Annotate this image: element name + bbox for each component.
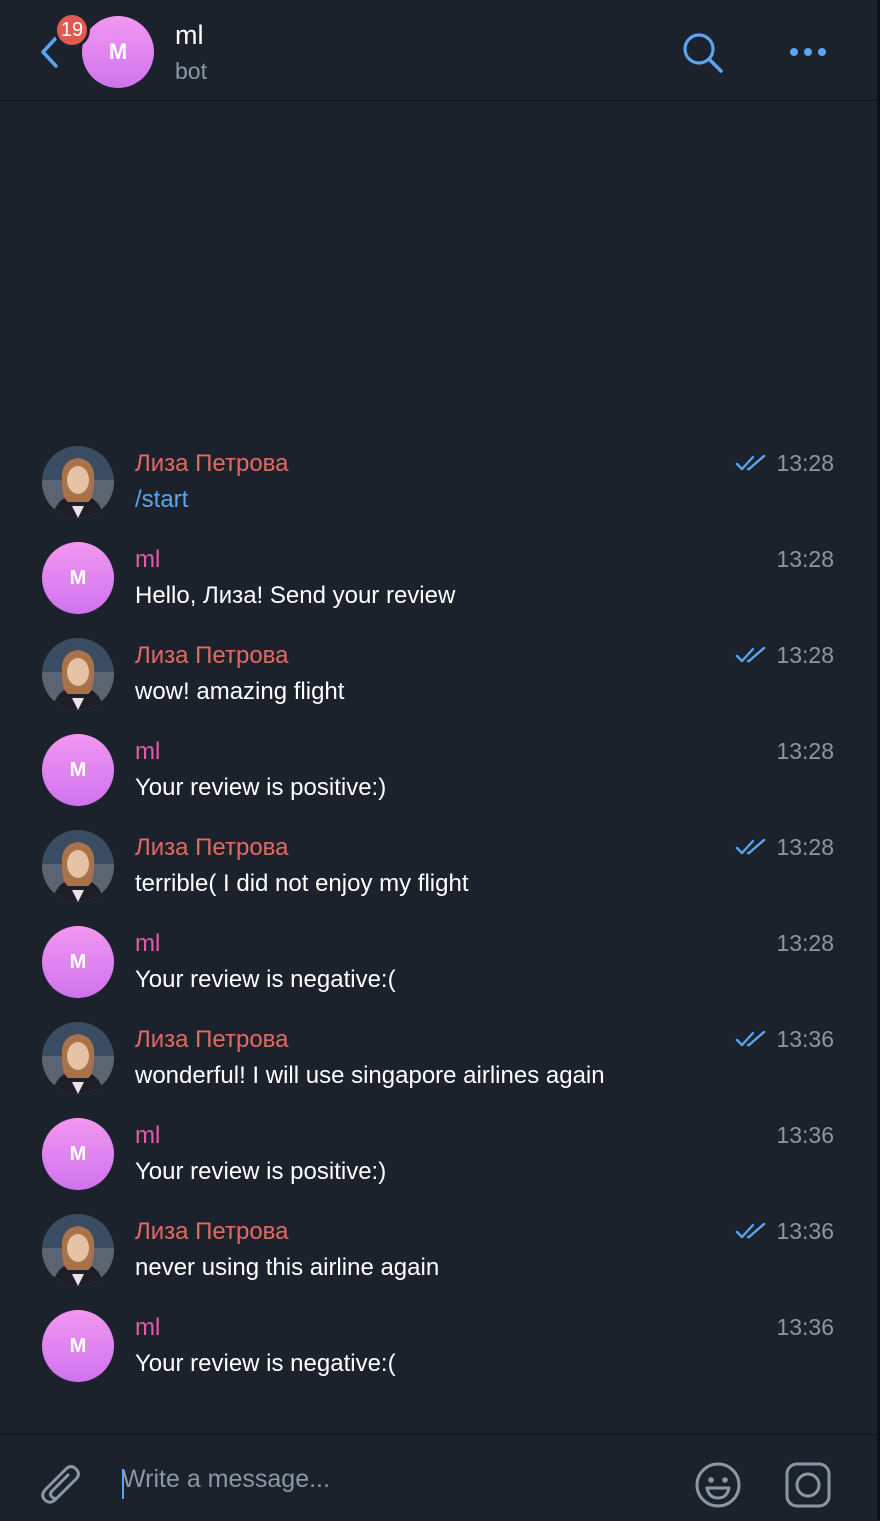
- sender-name[interactable]: ml: [135, 546, 160, 574]
- message-item[interactable]: M ml Hello, Лиза! Send your review 13:28: [0, 536, 877, 632]
- more-button[interactable]: [788, 42, 830, 62]
- message-item[interactable]: M ml Your review is negative:( 13:36: [0, 1304, 877, 1400]
- message-time: 13:36: [776, 1122, 834, 1148]
- message-item[interactable]: M ml Your review is positive:) 13:36: [0, 1112, 877, 1208]
- message-time: 13:28: [776, 930, 834, 956]
- user-avatar[interactable]: [42, 1214, 114, 1286]
- command-link[interactable]: /start: [135, 486, 188, 514]
- sender-name[interactable]: Лиза Петрова: [135, 1026, 289, 1054]
- double-check-icon: [735, 1222, 766, 1239]
- message-item[interactable]: Лиза Петрова wonderful! I will use singa…: [0, 1016, 877, 1112]
- message-list[interactable]: Лиза Петрова /start 13:28 M ml Hello, Ли…: [0, 440, 877, 1400]
- sender-name[interactable]: Лиза Петрова: [135, 450, 289, 478]
- search-icon: [683, 33, 723, 73]
- message-text: Your review is negative:(: [135, 1350, 396, 1377]
- bot-avatar[interactable]: M: [42, 734, 114, 806]
- chat-header: 19 M ml bot: [0, 0, 877, 101]
- message-input[interactable]: [122, 1459, 662, 1499]
- message-text: Your review is negative:(: [135, 966, 396, 993]
- user-photo: [42, 1214, 114, 1286]
- sender-name[interactable]: ml: [135, 930, 160, 958]
- double-check-icon: [735, 1030, 766, 1047]
- message-time: 13:28: [776, 834, 834, 860]
- paperclip-icon: [41, 1465, 80, 1504]
- message-time: 13:28: [776, 738, 834, 764]
- double-check-icon: [735, 454, 766, 471]
- user-avatar[interactable]: [42, 1022, 114, 1094]
- more-dots-icon: [790, 48, 826, 56]
- user-avatar[interactable]: [42, 830, 114, 902]
- message-time: 13:28: [776, 450, 834, 476]
- bot-avatar[interactable]: M: [42, 1118, 114, 1190]
- sender-name[interactable]: ml: [135, 1122, 160, 1150]
- message-time: 13:36: [776, 1026, 834, 1052]
- chat-title[interactable]: ml: [175, 20, 204, 51]
- unread-badge: 19: [54, 12, 90, 48]
- message-text: Your review is positive:): [135, 774, 387, 801]
- bot-avatar[interactable]: M: [42, 1310, 114, 1382]
- sender-name[interactable]: ml: [135, 738, 160, 766]
- user-photo: [42, 1022, 114, 1094]
- message-item[interactable]: Лиза Петрова terrible( I did not enjoy m…: [0, 824, 877, 920]
- emoji-icon: [695, 1462, 741, 1508]
- emoji-button[interactable]: [694, 1461, 742, 1509]
- camera-icon: [785, 1462, 831, 1508]
- message-item[interactable]: M ml Your review is positive:) 13:28: [0, 728, 877, 824]
- bot-avatar[interactable]: M: [42, 926, 114, 998]
- search-button[interactable]: [680, 30, 726, 76]
- chat-status: bot: [175, 58, 207, 84]
- message-text: wow! amazing flight: [135, 678, 345, 705]
- user-photo: [42, 638, 114, 710]
- bot-avatar[interactable]: M: [42, 542, 114, 614]
- camera-button[interactable]: [784, 1461, 832, 1509]
- user-avatar[interactable]: [42, 638, 114, 710]
- message-item[interactable]: Лиза Петрова wow! amazing flight 13:28: [0, 632, 877, 728]
- message-time: 13:36: [776, 1218, 834, 1244]
- message-text: Your review is positive:): [135, 1158, 387, 1185]
- message-text: terrible( I did not enjoy my flight: [135, 870, 469, 897]
- message-text: never using this airline again: [135, 1254, 440, 1281]
- sender-name[interactable]: Лиза Петрова: [135, 834, 289, 862]
- message-text: wonderful! I will use singapore airlines…: [135, 1062, 605, 1089]
- sender-name[interactable]: Лиза Петрова: [135, 1218, 289, 1246]
- text-cursor: [122, 1469, 124, 1499]
- user-photo: [42, 446, 114, 518]
- double-check-icon: [735, 838, 766, 855]
- message-time: 13:36: [776, 1314, 834, 1340]
- message-composer: [0, 1434, 877, 1521]
- attach-button[interactable]: [40, 1461, 84, 1511]
- sender-name[interactable]: ml: [135, 1314, 160, 1342]
- message-item[interactable]: M ml Your review is negative:( 13:28: [0, 920, 877, 1016]
- user-avatar[interactable]: [42, 446, 114, 518]
- message-text: Hello, Лиза! Send your review: [135, 582, 456, 609]
- user-photo: [42, 830, 114, 902]
- chat-avatar[interactable]: M: [82, 16, 154, 88]
- message-item[interactable]: Лиза Петрова /start 13:28: [0, 440, 877, 536]
- double-check-icon: [735, 646, 766, 663]
- message-time: 13:28: [776, 546, 834, 572]
- message-time: 13:28: [776, 642, 834, 668]
- sender-name[interactable]: Лиза Петрова: [135, 642, 289, 670]
- message-item[interactable]: Лиза Петрова never using this airline ag…: [0, 1208, 877, 1304]
